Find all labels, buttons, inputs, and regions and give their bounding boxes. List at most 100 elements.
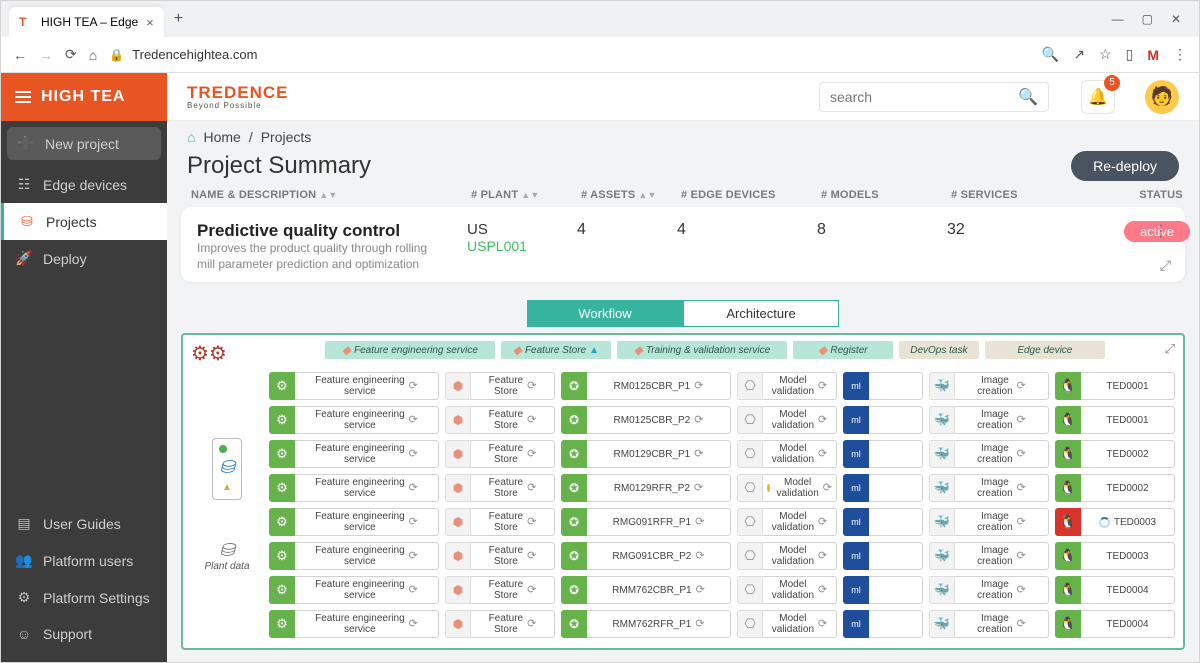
workflow-node[interactable]: ✪ RMG091CBR_P2⟳ <box>561 542 731 570</box>
workflow-node[interactable]: ⎔ Modelvalidation⟳ <box>737 576 837 604</box>
window-close-icon[interactable]: ✕ <box>1171 12 1181 26</box>
forward-icon[interactable]: → <box>39 47 53 63</box>
workflow-node[interactable]: ⬢ FeatureStore⟳ <box>445 474 555 502</box>
workflow-node[interactable]: ml <box>843 508 923 536</box>
col-assets[interactable]: # ASSETS▲▼ <box>581 189 681 201</box>
share-icon[interactable]: ↗ <box>1073 46 1085 63</box>
workflow-node[interactable]: 🐧 TED0003 <box>1055 542 1175 570</box>
workflow-node[interactable]: 🐳 Imagecreation⟳ <box>929 576 1049 604</box>
workflow-node[interactable]: ml <box>843 406 923 434</box>
workflow-node[interactable]: ✪ RMM762RFR_P1⟳ <box>561 610 731 638</box>
expand-icon[interactable]: ⤢ <box>1160 257 1171 274</box>
avatar[interactable]: 🧑 <box>1145 80 1179 114</box>
workflow-node[interactable]: 🐳 Imagecreation⟳ <box>929 372 1049 400</box>
workflow-node[interactable]: ✪ RMM762CBR_P1⟳ <box>561 576 731 604</box>
sidebar-item-deploy[interactable]: 🚀 Deploy <box>1 240 167 277</box>
star-icon[interactable]: ☆ <box>1099 46 1112 63</box>
back-icon[interactable]: ← <box>13 47 27 63</box>
plant-data-node[interactable]: ⛁ ▲ <box>212 438 241 500</box>
workflow-node[interactable]: ⬢ FeatureStore⟳ <box>445 610 555 638</box>
workflow-node[interactable]: ⬢ FeatureStore⟳ <box>445 372 555 400</box>
new-project-button[interactable]: ➕ New project <box>7 127 161 160</box>
workflow-node[interactable]: 🐳 Imagecreation⟳ <box>929 406 1049 434</box>
sidebar-item-user-guides[interactable]: ▤ User Guides <box>1 505 167 542</box>
workflow-node[interactable]: ml <box>843 576 923 604</box>
workflow-node[interactable]: 🐧 TED0002 <box>1055 440 1175 468</box>
close-tab-icon[interactable]: × <box>146 15 154 30</box>
search-icon[interactable]: 🔍 <box>1018 87 1038 107</box>
window-maximize-icon[interactable]: ▢ <box>1142 12 1153 26</box>
workflow-node[interactable]: 🐧 TED0002 <box>1055 474 1175 502</box>
workflow-node[interactable]: ✪ RM0129CBR_P1⟳ <box>561 440 731 468</box>
workflow-node[interactable]: ⚙ Feature engineeringservice⟳ <box>269 576 439 604</box>
gmail-icon[interactable]: M <box>1147 47 1159 63</box>
workflow-node[interactable]: ml <box>843 440 923 468</box>
workflow-node[interactable]: ml <box>843 610 923 638</box>
search-input-wrap[interactable]: 🔍 <box>819 82 1049 112</box>
menu-dots-icon[interactable]: ⋮ <box>1173 46 1187 63</box>
workflow-node[interactable]: ⚙ Feature engineeringservice⟳ <box>269 508 439 536</box>
workflow-node[interactable]: 🐳 Imagecreation⟳ <box>929 474 1049 502</box>
workflow-node[interactable]: 🐳 Imagecreation⟳ <box>929 542 1049 570</box>
workflow-node[interactable]: ml <box>843 372 923 400</box>
redeploy-button[interactable]: Re-deploy <box>1071 151 1179 181</box>
url-text[interactable]: Tredencehightea.com <box>132 47 257 62</box>
browser-tab[interactable]: T HIGH TEA – Edge × <box>9 7 164 37</box>
tab-architecture[interactable]: Architecture <box>683 300 839 327</box>
workflow-node[interactable]: 🐳 Imagecreation⟳ <box>929 508 1049 536</box>
workflow-node[interactable]: ⎔ Modelvalidation⟳ <box>737 508 837 536</box>
tab-workflow[interactable]: Workflow <box>527 300 683 327</box>
fullscreen-icon[interactable]: ⤢ <box>1165 341 1175 357</box>
workflow-node[interactable]: ⬢ FeatureStore⟳ <box>445 406 555 434</box>
workflow-node[interactable]: ⚙ Feature engineeringservice⟳ <box>269 542 439 570</box>
sidebar-item-platform-users[interactable]: 👥 Platform users <box>1 542 167 579</box>
workflow-node[interactable]: 🐧 TED0004 <box>1055 610 1175 638</box>
workflow-node[interactable]: ml <box>843 542 923 570</box>
sidebar-item-support[interactable]: ☺ Support <box>1 616 167 652</box>
workflow-node[interactable]: ⚙ Feature engineeringservice⟳ <box>269 372 439 400</box>
workflow-node[interactable]: ✪ RMG091RFR_P1⟳ <box>561 508 731 536</box>
workflow-node[interactable]: 🐧 TED0001 <box>1055 406 1175 434</box>
workflow-node[interactable]: ⬢ FeatureStore⟳ <box>445 440 555 468</box>
new-tab-button[interactable]: + <box>164 10 193 28</box>
workflow-node[interactable]: 🐳 Imagecreation⟳ <box>929 440 1049 468</box>
menu-icon[interactable] <box>15 91 31 103</box>
breadcrumb-page[interactable]: Projects <box>261 129 312 145</box>
workflow-node[interactable]: ⚙ Feature engineeringservice⟳ <box>269 440 439 468</box>
workflow-node[interactable]: 🐧 TED0001 <box>1055 372 1175 400</box>
workflow-node[interactable]: ⬢ FeatureStore⟳ <box>445 576 555 604</box>
workflow-node[interactable]: ⎔ Modelvalidation⟳ <box>737 542 837 570</box>
workflow-node[interactable]: ⎔ Modelvalidation⟳ <box>737 406 837 434</box>
workflow-node[interactable]: ⎔ Modelvalidation⟳ <box>737 440 837 468</box>
workflow-node[interactable]: ⎔ Modelvalidation⟳ <box>737 610 837 638</box>
workflow-node[interactable]: ⚙ Feature engineeringservice⟳ <box>269 474 439 502</box>
sidebar-item-edge-devices[interactable]: ☷ Edge devices <box>1 166 167 203</box>
device-icon[interactable]: ▯ <box>1126 46 1134 63</box>
workflow-node[interactable]: ✪ RM0125CBR_P1⟳ <box>561 372 731 400</box>
workflow-node[interactable]: ⚙ Feature engineeringservice⟳ <box>269 406 439 434</box>
col-name[interactable]: NAME & DESCRIPTION▲▼ <box>191 189 471 201</box>
workflow-node[interactable]: ✪ RM0125CBR_P2⟳ <box>561 406 731 434</box>
home-icon[interactable]: ⌂ <box>89 47 97 63</box>
reload-icon[interactable]: ⟳ <box>65 46 77 63</box>
workflow-node[interactable]: 🐳 Imagecreation⟳ <box>929 610 1049 638</box>
home-icon[interactable]: ⌂ <box>187 129 195 145</box>
col-plant[interactable]: # PLANT▲▼ <box>471 189 581 201</box>
search-input[interactable] <box>830 89 1018 105</box>
workflow-node[interactable]: ⬢ FeatureStore⟳ <box>445 508 555 536</box>
workflow-node[interactable]: 🐧 TED0004 <box>1055 576 1175 604</box>
notifications-button[interactable]: 🔔 5 <box>1081 80 1115 114</box>
workflow-node[interactable]: ⎔ Modelvalidation⟳ <box>737 372 837 400</box>
workflow-node[interactable]: ml <box>843 474 923 502</box>
breadcrumb-home[interactable]: Home <box>203 129 240 145</box>
card-menu-icon[interactable]: ⋮ <box>1153 221 1169 241</box>
workflow-node[interactable]: ⚙ Feature engineeringservice⟳ <box>269 610 439 638</box>
sidebar-item-projects[interactable]: ⛁ Projects <box>1 203 167 240</box>
workflow-node[interactable]: ⬢ FeatureStore⟳ <box>445 542 555 570</box>
workflow-node[interactable]: ⎔ Modelvalidation⟳ <box>737 474 837 502</box>
workflow-node[interactable]: 🐧 TED0003 <box>1055 508 1175 536</box>
sidebar-item-platform-settings[interactable]: ⚙ Platform Settings <box>1 579 167 616</box>
window-minimize-icon[interactable]: — <box>1112 12 1124 26</box>
search-icon[interactable]: 🔍 <box>1042 46 1059 63</box>
workflow-node[interactable]: ✪ RM0129RFR_P2⟳ <box>561 474 731 502</box>
